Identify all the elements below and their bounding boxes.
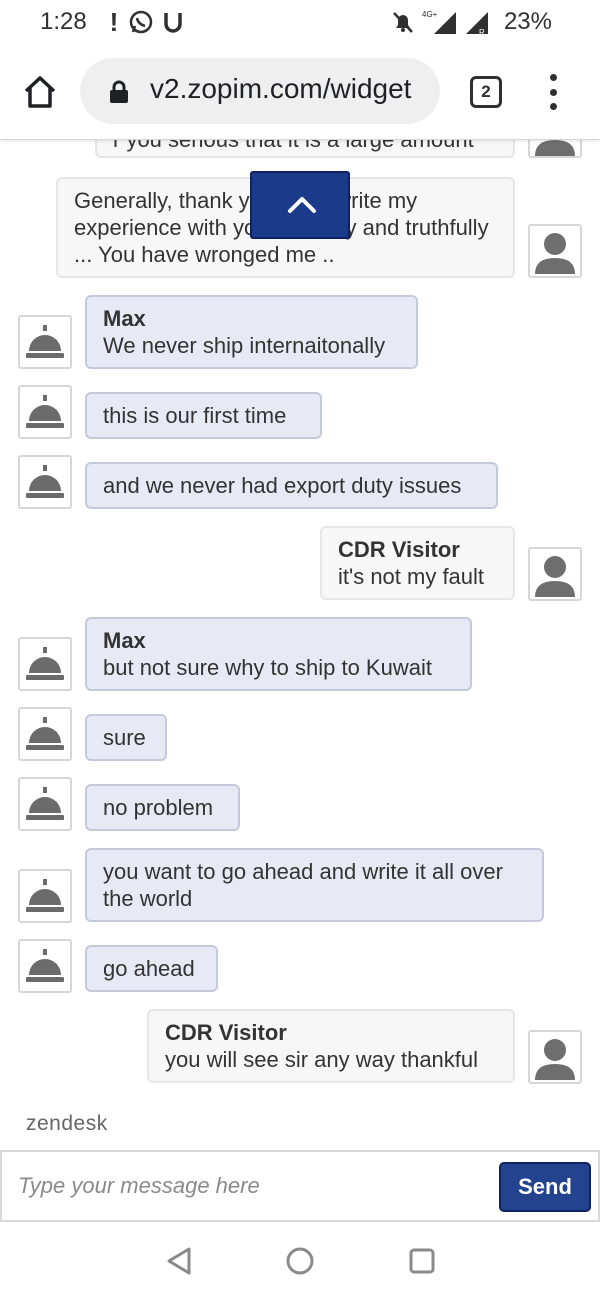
message-bubble-agent: and we never had export duty issues xyxy=(85,462,498,509)
agent-avatar xyxy=(18,777,72,831)
service-bell-icon xyxy=(26,325,64,358)
message-bubble-agent: you want to go ahead and write it all ov… xyxy=(85,848,544,922)
system-navigation-bar xyxy=(0,1222,600,1300)
signal-roaming-icon: R xyxy=(465,12,488,36)
svg-text:R: R xyxy=(479,28,485,36)
notification-icons: ! xyxy=(108,6,184,37)
sender-name: CDR Visitor xyxy=(165,1020,287,1045)
message-bubble-partial: r you serious that it is a large amount xyxy=(95,140,515,158)
agent-avatar xyxy=(18,315,72,369)
send-button[interactable]: Send xyxy=(499,1162,591,1212)
service-bell-icon xyxy=(26,465,64,498)
service-bell-icon xyxy=(26,879,64,912)
service-bell-icon xyxy=(26,949,64,982)
message-bubble-agent: this is our first time xyxy=(85,392,322,439)
svg-text:4G+: 4G+ xyxy=(422,10,438,19)
zendesk-logo[interactable]: zendesk xyxy=(26,1112,108,1136)
message-text: but not sure why to ship to Kuwait xyxy=(103,655,432,680)
chevron-up-icon xyxy=(288,197,316,213)
more-options-icon[interactable] xyxy=(545,74,561,110)
message-text: you want to go ahead and write it all ov… xyxy=(103,859,503,911)
agent-avatar xyxy=(18,455,72,509)
chat-transcript[interactable]: r you serious that it is a large amount … xyxy=(0,140,600,1100)
agent-avatar xyxy=(18,869,72,923)
signal-4g-icon: 4G+ xyxy=(422,10,456,34)
service-bell-icon xyxy=(26,395,64,428)
message-input[interactable] xyxy=(18,1166,478,1206)
agent-avatar xyxy=(18,939,72,993)
status-time: 1:28 xyxy=(40,8,87,35)
status-bar: 1:28 ! 4G+ R 23% xyxy=(0,0,600,44)
message-bubble-visitor: CDR Visitor you will see sir any way tha… xyxy=(147,1009,515,1083)
agent-avatar xyxy=(18,637,72,691)
scroll-to-top-button[interactable] xyxy=(250,171,350,239)
browser-toolbar: v2.zopim.com/widget 2 xyxy=(0,44,600,140)
message-text: sure xyxy=(103,725,146,750)
home-icon[interactable] xyxy=(22,74,58,110)
battery-percent: 23% xyxy=(503,8,552,35)
agent-avatar xyxy=(18,707,72,761)
message-bubble-agent: go ahead xyxy=(85,945,218,992)
visitor-avatar xyxy=(528,140,582,158)
sender-name: Max xyxy=(103,628,146,653)
message-text: r you serious that it is a large amount xyxy=(113,140,497,153)
tab-switcher-button[interactable]: 2 xyxy=(470,76,502,108)
service-bell-icon xyxy=(26,787,64,820)
message-bubble-agent: no problem xyxy=(85,784,240,831)
bell-muted-icon xyxy=(393,12,413,33)
alert-icon: ! xyxy=(109,6,119,37)
message-text: and we never had export duty issues xyxy=(103,473,462,498)
message-text: this is our first time xyxy=(103,403,287,428)
address-bar[interactable]: v2.zopim.com/widget xyxy=(80,58,440,124)
recents-icon[interactable] xyxy=(407,1246,437,1276)
message-bubble-agent: Max We never ship internaitonally xyxy=(85,295,418,369)
agent-avatar xyxy=(18,385,72,439)
message-text: go ahead xyxy=(103,956,195,981)
message-bubble-agent: Max but not sure why to ship to Kuwait xyxy=(85,617,472,691)
system-icons: 4G+ R 23% xyxy=(390,8,552,36)
url-text: v2.zopim.com/widget xyxy=(150,73,412,104)
whatsapp-icon xyxy=(129,10,153,34)
service-bell-icon xyxy=(26,717,64,750)
message-text: it's not my fault xyxy=(338,564,485,589)
u-app-icon xyxy=(164,13,182,33)
message-text: no problem xyxy=(103,795,214,820)
sender-name: Max xyxy=(103,306,146,331)
visitor-avatar xyxy=(528,1030,582,1084)
service-bell-icon xyxy=(26,647,64,680)
home-circle-icon[interactable] xyxy=(285,1246,315,1276)
message-composer: Send xyxy=(0,1150,600,1222)
lock-icon xyxy=(110,80,128,103)
visitor-avatar xyxy=(528,224,582,278)
sender-name: CDR Visitor xyxy=(338,537,460,562)
message-bubble-agent: sure xyxy=(85,714,167,761)
message-text: We never ship internaitonally xyxy=(103,333,386,358)
message-text: you will see sir any way thankful xyxy=(165,1047,479,1072)
message-bubble-visitor: CDR Visitor it's not my fault xyxy=(320,526,515,600)
back-icon[interactable] xyxy=(164,1246,194,1276)
visitor-avatar xyxy=(528,547,582,601)
